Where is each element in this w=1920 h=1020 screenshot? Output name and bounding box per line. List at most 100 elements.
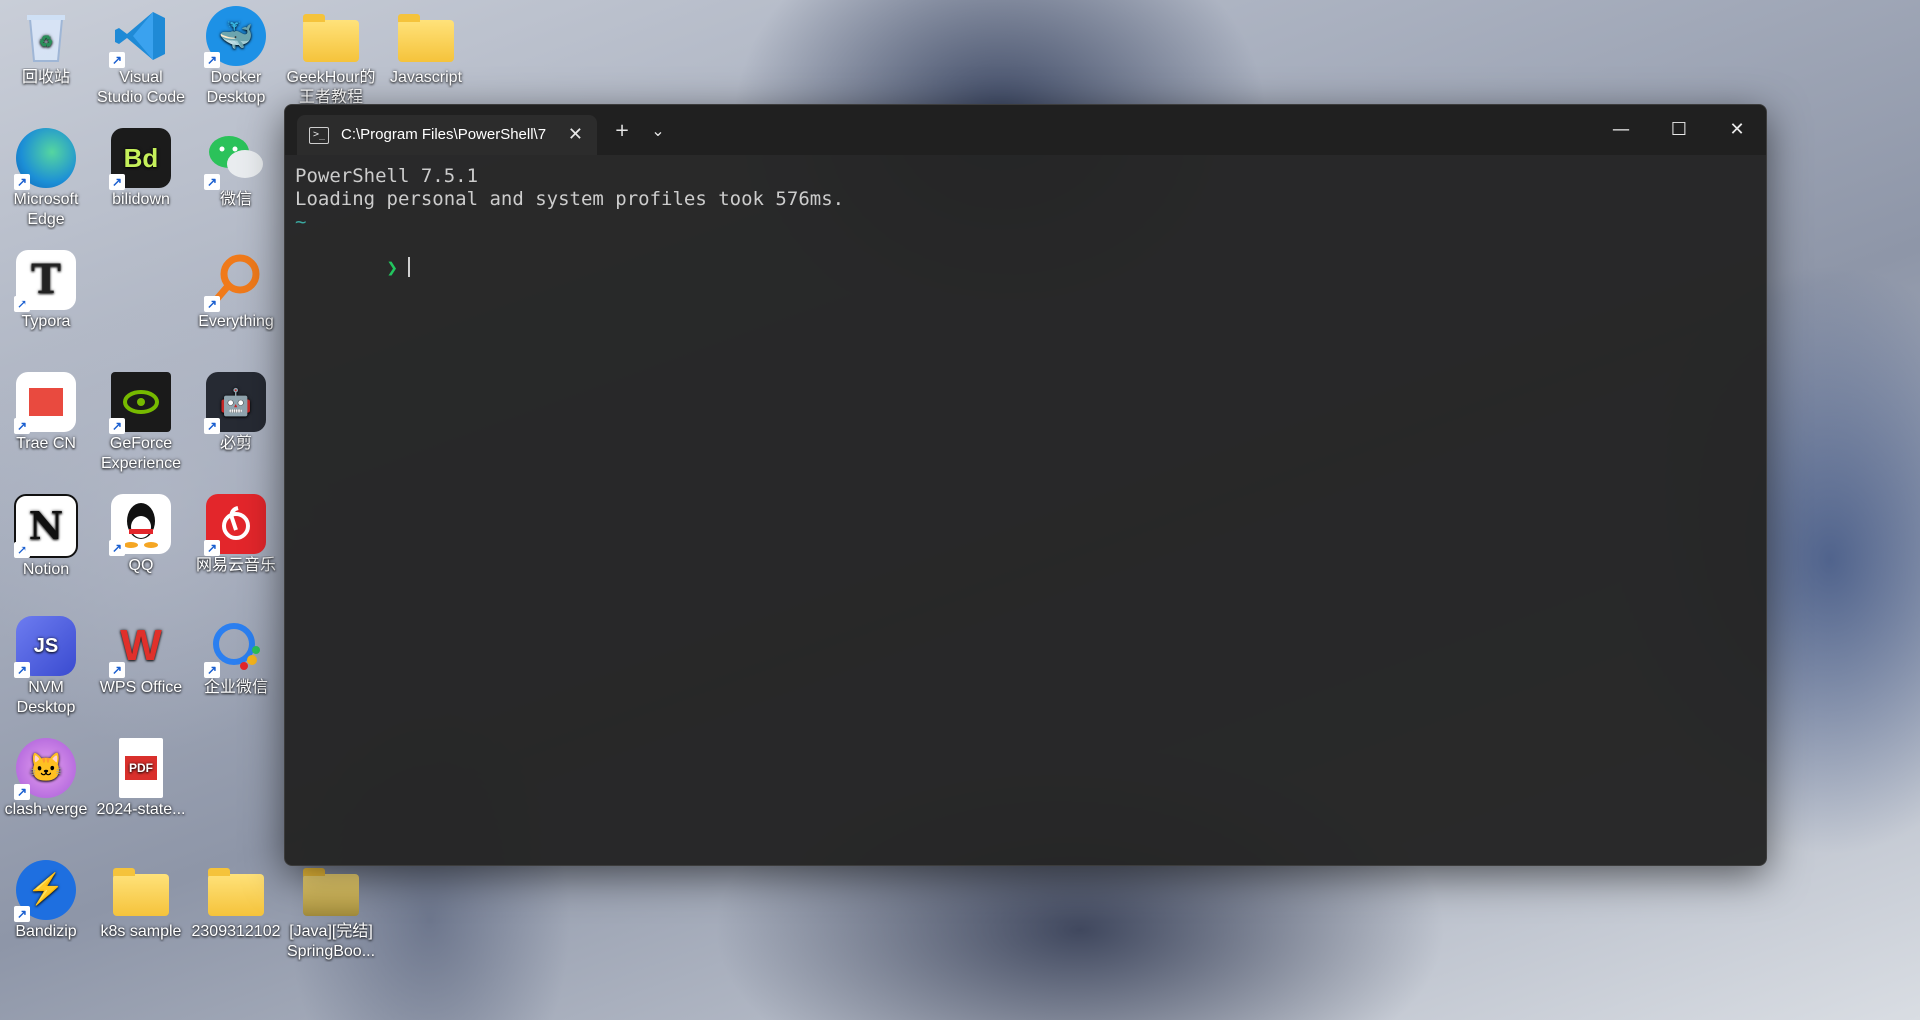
desktop-icon-label: Typora: [21, 313, 71, 330]
desktop-icon-vscode[interactable]: ↗ Visual Studio Code: [95, 6, 187, 108]
desktop-icon-label: k8s sample: [100, 923, 182, 940]
desktop-icon-label: bilidown: [112, 191, 170, 208]
bilidown-icon: Bd ↗: [109, 128, 171, 190]
desktop-icon-label: Microsoft Edge: [13, 191, 79, 228]
desktop-icon-label: GeekHour的王者教程: [286, 69, 376, 106]
desktop-icon-typora[interactable]: T ↗ Typora: [0, 250, 92, 332]
desktop-icon-label: Visual Studio Code: [96, 69, 186, 106]
desktop-icon-folder-2309312102[interactable]: 2309312102: [190, 860, 282, 942]
desktop-icon-springboot-folder[interactable]: [Java][完结] SpringBoo...: [285, 860, 377, 962]
desktop-icon-bilidown[interactable]: Bd ↗ bilidown: [95, 128, 187, 210]
clash-verge-icon: 🐱 ↗: [14, 738, 76, 800]
shortcut-arrow-icon: ↗: [204, 662, 220, 678]
prompt-arrow-icon: ❯: [386, 257, 398, 279]
edge-icon: ↗: [14, 128, 76, 190]
desktop-icon-pdf[interactable]: PDF 2024-state...: [95, 738, 187, 820]
shortcut-arrow-icon: ↗: [109, 418, 125, 434]
new-tab-button[interactable]: +: [605, 115, 639, 147]
desktop-icon-label: NVM Desktop: [16, 679, 76, 716]
folder-icon: [396, 6, 456, 66]
powershell-icon: >_: [309, 127, 329, 144]
nvm-glyph: JS: [33, 635, 59, 657]
desktop-icon-label: 微信: [219, 191, 252, 208]
shortcut-arrow-icon: ↗: [109, 662, 125, 678]
terminal-titlebar[interactable]: >_ C:\Program Files\PowerShell\7 ✕ + ⌄ —…: [285, 105, 1766, 155]
desktop: ♻ 回收站 ↗ Microsoft Edge T ↗ Typora ↗ Trae…: [0, 0, 1920, 1020]
shortcut-arrow-icon: ↗: [14, 662, 30, 678]
desktop-icon-everything[interactable]: ↗ Everything: [190, 250, 282, 332]
shortcut-arrow-icon: ↗: [204, 296, 220, 312]
desktop-icon-javascript-folder[interactable]: Javascript: [380, 6, 472, 88]
wechat-icon: ↗: [204, 128, 266, 190]
shortcut-arrow-icon: ↗: [14, 542, 30, 558]
desktop-icon-geforce[interactable]: ↗ GeForce Experience: [95, 372, 187, 474]
folder-icon: [301, 860, 361, 920]
desktop-icon-geekhour-folder[interactable]: GeekHour的王者教程: [285, 6, 377, 108]
tab-dropdown-button[interactable]: ⌄: [641, 115, 675, 147]
tab-close-icon[interactable]: ✕: [568, 124, 583, 145]
wecom-icon: ↗: [204, 616, 266, 678]
desktop-icon-label: Javascript: [389, 69, 463, 86]
desktop-icon-label: Everything: [198, 313, 274, 330]
console-profile-line: Loading personal and system profiles too…: [295, 188, 845, 210]
nvm-icon: JS ↗: [14, 616, 76, 678]
desktop-icon-edge[interactable]: ↗ Microsoft Edge: [0, 128, 92, 230]
geforce-icon: ↗: [109, 372, 171, 434]
desktop-icon-k8s-sample[interactable]: k8s sample: [95, 860, 187, 942]
desktop-icon-label: 2024-state...: [96, 801, 186, 818]
shortcut-arrow-icon: ↗: [14, 784, 30, 800]
tab-powershell[interactable]: >_ C:\Program Files\PowerShell\7 ✕: [297, 115, 597, 155]
folder-icon: [301, 6, 361, 66]
vscode-icon: ↗: [109, 6, 171, 68]
typora-icon: T ↗: [14, 250, 76, 312]
shortcut-arrow-icon: ↗: [204, 52, 220, 68]
desktop-icon-recycle-bin[interactable]: ♻ 回收站: [0, 6, 92, 88]
shortcut-arrow-icon: ↗: [204, 174, 220, 190]
qq-icon: ↗: [109, 494, 171, 556]
shortcut-arrow-icon: ↗: [109, 174, 125, 190]
desktop-icon-label: 2309312102: [191, 923, 281, 940]
close-button[interactable]: ✕: [1708, 105, 1766, 155]
recycle-bin-icon: ♻: [16, 6, 76, 66]
desktop-icon-label: 必剪: [219, 435, 252, 452]
desktop-icon-label: 企业微信: [203, 679, 268, 696]
console-cwd-line: ~: [295, 211, 307, 233]
svg-text:♻: ♻: [39, 34, 53, 51]
desktop-icon-nvm[interactable]: JS ↗ NVM Desktop: [0, 616, 92, 718]
desktop-icon-trae[interactable]: ↗ Trae CN: [0, 372, 92, 454]
desktop-icon-label: Docker Desktop: [206, 69, 266, 106]
console-prompt-line: ❯: [295, 234, 1755, 303]
desktop-icon-notion[interactable]: N ↗ Notion: [0, 494, 92, 580]
shortcut-arrow-icon: ↗: [14, 906, 30, 922]
desktop-icon-label: QQ: [128, 557, 154, 574]
maximize-button[interactable]: ☐: [1650, 105, 1708, 155]
shortcut-arrow-icon: ↗: [14, 296, 30, 312]
desktop-icon-clash-verge[interactable]: 🐱 ↗ clash-verge: [0, 738, 92, 820]
desktop-icon-label: WPS Office: [99, 679, 183, 696]
terminal-console[interactable]: PowerShell 7.5.1 Loading personal and sy…: [295, 165, 1755, 855]
pdf-icon: PDF: [119, 738, 163, 798]
shortcut-arrow-icon: ↗: [14, 418, 30, 434]
desktop-icon-bandizip[interactable]: ⚡ ↗ Bandizip: [0, 860, 92, 942]
desktop-icon-label: Trae CN: [16, 435, 76, 452]
desktop-icon-wps[interactable]: W ↗ WPS Office: [95, 616, 187, 698]
desktop-icon-label: 网易云音乐: [195, 557, 276, 574]
desktop-icon-label: Bandizip: [15, 923, 77, 940]
desktop-icon-label: GeForce Experience: [100, 435, 182, 472]
minimize-button[interactable]: —: [1592, 105, 1650, 155]
desktop-icon-wechat[interactable]: ↗ 微信: [190, 128, 282, 210]
bilidown-glyph: Bd: [123, 143, 159, 173]
shortcut-arrow-icon: ↗: [109, 52, 125, 68]
desktop-icon-docker[interactable]: 🐳 ↗ Docker Desktop: [190, 6, 282, 108]
notion-icon: N ↗: [14, 494, 78, 558]
desktop-icon-bijian[interactable]: 🤖 ↗ 必剪: [190, 372, 282, 454]
trae-icon: ↗: [14, 372, 76, 434]
desktop-icon-netease-music[interactable]: ↗ 网易云音乐: [190, 494, 282, 576]
desktop-icon-label: clash-verge: [4, 801, 88, 818]
desktop-icon-wecom[interactable]: ↗ 企业微信: [190, 616, 282, 698]
shortcut-arrow-icon: ↗: [204, 540, 220, 556]
desktop-icon-qq[interactable]: ↗ QQ: [95, 494, 187, 576]
desktop-icon-label: 回收站: [21, 69, 70, 86]
terminal-window: >_ C:\Program Files\PowerShell\7 ✕ + ⌄ —…: [284, 104, 1767, 866]
pdf-glyph: PDF: [125, 756, 157, 780]
